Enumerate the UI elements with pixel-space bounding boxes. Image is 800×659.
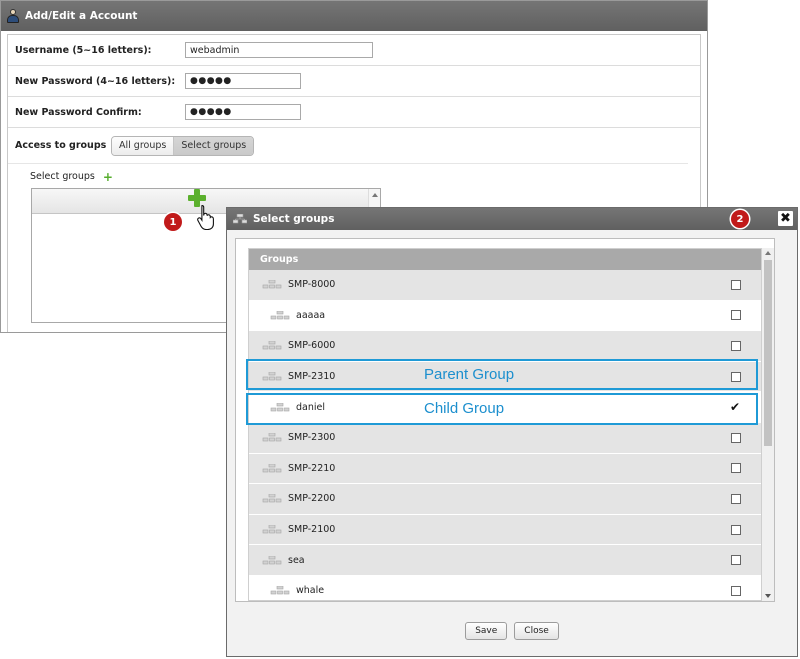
username-input[interactable]: webadmin (185, 42, 373, 58)
user-icon (7, 9, 19, 23)
groups-list: Groups SMP-8000 aaaaa SMP-6000 SMP-2310 dani… (248, 248, 762, 601)
group-checkbox[interactable] (731, 310, 741, 321)
group-row[interactable]: whale (249, 575, 761, 600)
scrollbar-thumb[interactable] (764, 260, 772, 446)
group-name: aaaaa (296, 309, 326, 321)
all-groups-option[interactable]: All groups (112, 136, 175, 155)
group-checkbox[interactable] (731, 432, 741, 443)
group-row[interactable]: sea (249, 545, 761, 576)
access-toggle: All groups Select groups (111, 135, 255, 156)
group-row[interactable]: SMP-6000 (249, 331, 761, 362)
new-password-input[interactable]: ●●●●● (185, 73, 301, 89)
step-2-badge: 2 (731, 210, 749, 228)
username-row: Username (5~16 letters): webadmin (8, 35, 700, 66)
group-tree-icon (233, 214, 247, 224)
new-password-label: New Password (4~16 letters): (15, 75, 176, 87)
checkmark-icon[interactable]: ✔ (730, 400, 740, 414)
group-row[interactable]: SMP-2300 (249, 422, 761, 454)
group-checkbox[interactable] (731, 555, 741, 566)
group-checkbox[interactable] (731, 371, 741, 382)
save-button[interactable]: Save (465, 622, 508, 640)
select-groups-dialog: Select groups ✖ Groups SMP-8000 aaaaa SMP-… (226, 207, 798, 657)
access-to-groups-row: Access to groups All groups Select group… (8, 128, 688, 164)
password-confirm-label: New Password Confirm: (15, 106, 142, 118)
group-checkbox[interactable] (731, 340, 741, 351)
scroll-up-icon[interactable] (765, 251, 771, 255)
scroll-up-icon[interactable] (371, 193, 378, 197)
group-name: sea (288, 554, 305, 566)
hand-pointer-icon (197, 204, 214, 230)
group-name: SMP-2100 (288, 524, 336, 536)
group-row[interactable]: SMP-2200 (249, 484, 761, 515)
group-tree-icon (270, 310, 290, 320)
access-to-groups-label: Access to groups (15, 140, 107, 151)
groups-frame: Groups SMP-8000 aaaaa SMP-6000 SMP-2310 dani… (235, 238, 775, 602)
group-checkbox[interactable] (731, 585, 741, 596)
group-name: SMP-2210 (288, 462, 336, 474)
select-groups-titlebar: Select groups ✖ (227, 208, 797, 230)
group-row[interactable]: SMP-8000 (249, 270, 761, 301)
group-tree-icon (262, 555, 282, 565)
group-checkbox[interactable] (731, 493, 741, 504)
account-window-title: Add/Edit a Account (25, 10, 138, 22)
new-password-row: New Password (4~16 letters): ●●●●● (8, 66, 700, 97)
group-row[interactable]: SMP-2100 (249, 514, 761, 546)
group-row[interactable]: aaaaa (249, 300, 761, 332)
group-name: SMP-8000 (288, 279, 336, 291)
group-name: SMP-6000 (288, 340, 336, 352)
group-checkbox[interactable] (731, 463, 741, 474)
password-confirm-row: New Password Confirm: ●●●●● (8, 97, 700, 128)
group-row[interactable]: daniel ✔ (249, 392, 761, 423)
dialog-buttons: Save Close (227, 622, 797, 640)
close-icon[interactable]: ✖ (778, 211, 793, 226)
group-checkbox[interactable] (731, 279, 741, 290)
group-tree-icon (262, 371, 282, 381)
group-name: whale (296, 585, 325, 597)
group-tree-icon (262, 341, 282, 350)
account-window-titlebar: Add/Edit a Account (1, 1, 707, 31)
group-name: SMP-2300 (288, 432, 336, 444)
group-tree-icon (262, 524, 282, 534)
group-row[interactable]: SMP-2210 (249, 453, 761, 485)
group-checkbox[interactable] (731, 524, 741, 535)
scroll-down-icon[interactable] (765, 594, 771, 598)
close-button[interactable]: Close (514, 622, 559, 640)
group-name: SMP-2200 (288, 493, 336, 505)
password-confirm-input[interactable]: ●●●●● (185, 104, 301, 120)
group-tree-icon (270, 402, 290, 412)
group-tree-icon (262, 432, 282, 442)
group-tree-icon (262, 463, 282, 473)
select-groups-label: Select groups (30, 171, 95, 182)
step-1-badge: 1 (164, 213, 182, 231)
select-groups-option[interactable]: Select groups (174, 136, 254, 155)
add-group-plus-icon[interactable]: + (103, 171, 113, 183)
select-groups-header: Select groups + (30, 171, 113, 183)
parent-group-callout: Parent Group (424, 366, 515, 383)
group-tree-icon (262, 494, 282, 503)
child-group-callout: Child Group (424, 400, 505, 417)
group-tree-icon (262, 279, 282, 289)
groups-column-header: Groups (249, 249, 761, 270)
groups-scrollbar[interactable] (762, 248, 774, 601)
group-name: SMP-2310 (288, 371, 336, 383)
group-tree-icon (270, 585, 290, 595)
select-groups-title: Select groups (253, 213, 335, 225)
username-label: Username (5~16 letters): (15, 44, 152, 56)
group-name: daniel (296, 401, 325, 413)
